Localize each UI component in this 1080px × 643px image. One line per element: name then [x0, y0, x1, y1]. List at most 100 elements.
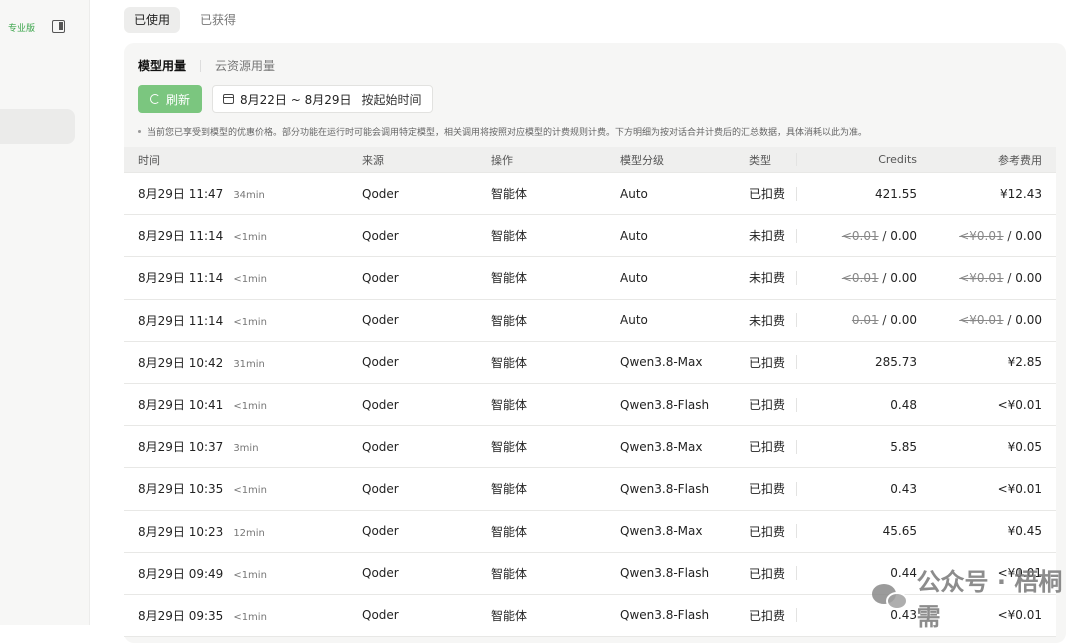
time-value: 8月29日 09:49: [138, 566, 224, 581]
duration-value: <1min: [233, 274, 267, 286]
table-row: 8月29日 10:41 <1min Qoder 智能体 Qwen3.8-Flas…: [124, 383, 1056, 427]
usage-table: 时间 来源 操作 模型分级 类型 Credits 参考费用 8月29日 11:4…: [124, 147, 1056, 638]
cost-value: <¥0.01: [997, 397, 1042, 412]
cost-original: <¥0.01: [959, 228, 1004, 243]
cell-time: 8月29日 09:49 <1min: [124, 565, 362, 582]
duration-value: <1min: [233, 316, 267, 328]
notice: 当前您已享受到模型的优惠价格。部分功能在运行时可能会调用特定模型，相关调用将按照…: [138, 125, 867, 138]
cell-credits: 0.44: [796, 566, 923, 581]
bullet-icon: [138, 130, 141, 133]
header-source: 来源: [362, 153, 384, 167]
cell-type: 未扣费: [749, 313, 786, 328]
tab-earned[interactable]: 已获得: [190, 7, 246, 33]
table-row: 8月29日 09:35 <1min Qoder 智能体 Qwen3.8-Flas…: [124, 594, 1056, 638]
table-row: 8月29日 11:14 <1min Qoder 智能体 Auto 未扣费 0.0…: [124, 299, 1056, 342]
table-row: 8月29日 10:35 <1min Qoder 智能体 Qwen3.8-Flas…: [124, 468, 1056, 511]
cell-model: Qwen3.8-Flash: [620, 397, 710, 412]
cell-action: 智能体: [491, 440, 528, 455]
cost-value: 0.00: [1015, 313, 1042, 328]
cell-time: 8月29日 10:42 31min: [124, 354, 362, 371]
duration-value: 12min: [233, 527, 265, 539]
cell-cost: <¥0.01: [923, 608, 1056, 622]
cell-cost: <¥0.01 / 0.00: [959, 313, 1042, 328]
cell-action: 智能体: [491, 566, 528, 581]
cell-source: Qoder: [362, 313, 399, 328]
table-row: 8月29日 10:42 31min Qoder 智能体 Qwen3.8-Max …: [124, 341, 1056, 384]
cell-model: Qwen3.8-Max: [620, 524, 703, 539]
time-value: 8月29日 11:14: [138, 229, 224, 244]
header-credits: Credits: [796, 153, 923, 166]
time-value: 8月29日 10:35: [138, 482, 224, 497]
cell-action: 智能体: [491, 355, 528, 370]
main-content: 已使用 已获得 模型用量 云资源用量 刷新 8月22日 ~ 8月29日 按起始时…: [90, 0, 1080, 643]
cell-action: 智能体: [491, 187, 528, 202]
date-range-picker[interactable]: 8月22日 ~ 8月29日 按起始时间: [212, 85, 433, 113]
cost-value: 0.00: [1015, 228, 1042, 243]
cell-model: Qwen3.8-Max: [620, 439, 703, 454]
credits-value: 0.48: [890, 397, 917, 412]
duration-value: <1min: [233, 401, 267, 413]
cell-source: Qoder: [362, 481, 399, 496]
cell-credits: 5.85: [796, 439, 923, 454]
cost-value: <¥0.01: [997, 566, 1042, 581]
credits-value: 0.43: [890, 608, 917, 623]
cell-cost: ¥0.05: [923, 440, 1056, 454]
cell-source: Qoder: [362, 186, 399, 201]
cell-time: 8月29日 10:23 12min: [124, 523, 362, 540]
table-header: 时间 来源 操作 模型分级 类型 Credits 参考费用: [124, 147, 1056, 173]
cell-source: Qoder: [362, 524, 399, 539]
table-row: 8月29日 09:49 <1min Qoder 智能体 Qwen3.8-Flas…: [124, 552, 1056, 595]
table-row: 8月29日 11:14 <1min Qoder 智能体 Auto 未扣费 <0.…: [124, 215, 1056, 258]
cell-source: Qoder: [362, 439, 399, 454]
credits-value: 0.00: [890, 270, 917, 285]
cell-time: 8月29日 11:14 <1min: [124, 312, 362, 329]
duration-value: 31min: [233, 358, 265, 370]
credits-value: 45.65: [882, 524, 917, 539]
cost-value: ¥0.05: [1007, 439, 1042, 454]
sub-tabs: 模型用量 云资源用量: [138, 57, 275, 74]
cell-model: Qwen3.8-Flash: [620, 481, 710, 496]
cell-credits: 45.65: [796, 524, 923, 539]
cell-time: 8月29日 10:37 3min: [124, 438, 362, 455]
cell-type: 已扣费: [749, 187, 786, 202]
tab-cloud-usage[interactable]: 云资源用量: [215, 57, 275, 74]
refresh-button[interactable]: 刷新: [138, 85, 203, 113]
cost-value: <¥0.01: [997, 608, 1042, 623]
cost-original: <¥0.01: [959, 313, 1004, 328]
cell-cost: <¥0.01 / 0.00: [959, 270, 1042, 285]
sidebar: 专业版: [0, 0, 90, 625]
cell-type: 已扣费: [749, 440, 786, 455]
notice-text: 当前您已享受到模型的优惠价格。部分功能在运行时可能会调用特定模型，相关调用将按照…: [147, 128, 868, 138]
time-value: 8月29日 10:23: [138, 524, 224, 539]
time-value: 8月29日 11:14: [138, 271, 224, 286]
credits-value: 0.43: [890, 481, 917, 496]
cell-type: 未扣费: [749, 229, 786, 244]
tab-model-usage[interactable]: 模型用量: [138, 57, 186, 74]
cell-model: Qwen3.8-Max: [620, 355, 703, 370]
cell-credits: 0.48: [796, 397, 923, 412]
cost-value: ¥12.43: [1000, 186, 1042, 201]
cell-time: 8月29日 11:47 34min: [124, 185, 362, 202]
cell-type: 已扣费: [749, 398, 786, 413]
cell-action: 智能体: [491, 482, 528, 497]
header-model: 模型分级: [620, 153, 664, 167]
cell-type: 未扣费: [749, 271, 786, 286]
time-value: 8月29日 11:14: [138, 313, 224, 328]
tab-used[interactable]: 已使用: [124, 7, 181, 33]
date-range-value: 8月22日 ~ 8月29日: [240, 92, 352, 107]
header-action: 操作: [491, 153, 513, 167]
table-row: 8月29日 10:37 3min Qoder 智能体 Qwen3.8-Max 已…: [124, 426, 1056, 469]
cell-credits: 0.43: [796, 481, 923, 496]
header-type: 类型: [749, 153, 771, 167]
cell-time: 8月29日 10:35 <1min: [124, 480, 362, 497]
duration-value: 3min: [233, 443, 259, 455]
cell-source: Qoder: [362, 228, 399, 243]
sidebar-item-selected[interactable]: [0, 109, 75, 144]
cell-model: Auto: [620, 270, 648, 285]
duration-value: <1min: [233, 569, 267, 581]
cell-cost: ¥2.85: [923, 355, 1056, 369]
cell-source: Qoder: [362, 355, 399, 370]
toggle-sidebar-icon[interactable]: [52, 20, 65, 33]
credits-value: 0.44: [890, 566, 917, 581]
cost-value: ¥2.85: [1007, 355, 1042, 370]
